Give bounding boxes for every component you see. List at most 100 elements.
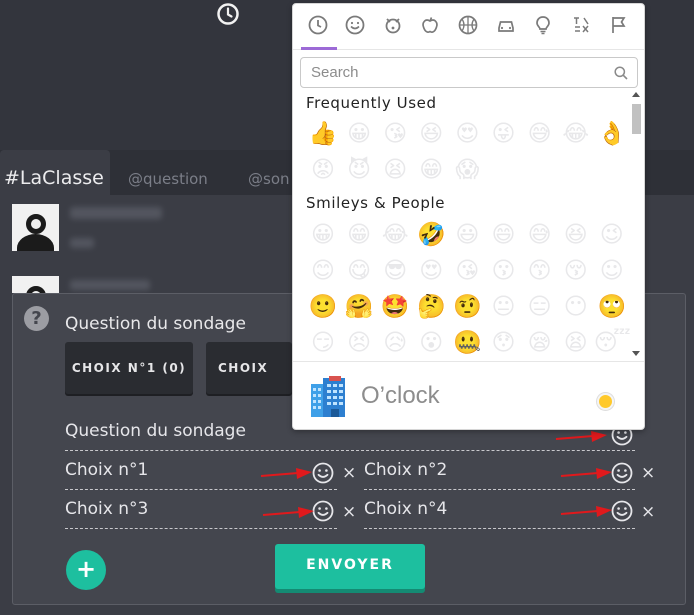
emoji-scrollbar[interactable] bbox=[630, 92, 642, 356]
blurred-username bbox=[70, 280, 150, 290]
emoji-button[interactable]: 😊 bbox=[305, 253, 341, 289]
tab-laclasse[interactable]: #LaClasse bbox=[0, 150, 110, 196]
smiley-icon[interactable] bbox=[312, 500, 334, 522]
remove-choice-2-icon[interactable]: × bbox=[641, 463, 655, 483]
emoji-button[interactable]: 😯 bbox=[486, 325, 522, 361]
emoji-button[interactable]: 🤣 bbox=[413, 217, 449, 253]
emoji-button[interactable]: 😆 bbox=[558, 217, 594, 253]
emoji-button[interactable]: 🤔 bbox=[413, 289, 449, 325]
smileys-category-icon[interactable] bbox=[344, 14, 366, 36]
emoji-button[interactable]: 😀 bbox=[341, 116, 377, 152]
emoji-button[interactable]: 😡 bbox=[305, 152, 341, 188]
emoji-button[interactable]: 😄 bbox=[486, 217, 522, 253]
emoji-button[interactable]: 😜 bbox=[486, 116, 522, 152]
help-icon[interactable]: ? bbox=[24, 306, 49, 331]
skin-tone-selector[interactable] bbox=[597, 393, 614, 410]
emoji-button[interactable]: 😀 bbox=[305, 217, 341, 253]
emoji-search-input[interactable] bbox=[301, 58, 601, 87]
emoji-button[interactable]: 😅 bbox=[522, 116, 558, 152]
emoji-button[interactable]: 😗 bbox=[486, 253, 522, 289]
recent-category-icon[interactable] bbox=[307, 14, 329, 36]
emoji-button[interactable]: 😍 bbox=[413, 253, 449, 289]
emoji-button[interactable]: 😙 bbox=[522, 253, 558, 289]
emoji-button[interactable]: 😂 bbox=[558, 116, 594, 152]
section-title-smileys: Smileys & People bbox=[306, 194, 446, 212]
arrow-annotation bbox=[555, 431, 607, 442]
food-category-icon[interactable] bbox=[419, 14, 441, 36]
symbols-category-icon[interactable] bbox=[570, 14, 592, 36]
emoji-category-bar bbox=[293, 4, 644, 50]
section-title-frequent: Frequently Used bbox=[306, 94, 437, 112]
emoji-button[interactable]: 👍 bbox=[305, 116, 341, 152]
tab-question[interactable]: @question bbox=[128, 170, 208, 188]
search-icon bbox=[614, 66, 628, 80]
arrow-annotation bbox=[262, 507, 314, 518]
emoji-button[interactable]: 😎 bbox=[377, 253, 413, 289]
avatar bbox=[12, 204, 59, 251]
remove-choice-1-icon[interactable]: × bbox=[342, 463, 356, 483]
send-button[interactable]: ENVOYER bbox=[275, 544, 425, 589]
emoji-picker: Frequently Used 👍😀😘😆😍😜😅😂👌😡😈😫😁😱 Smileys &… bbox=[292, 3, 645, 430]
emoji-button[interactable]: 😪 bbox=[522, 325, 558, 361]
emoji-button[interactable]: 🤗 bbox=[341, 289, 377, 325]
emoji-button[interactable]: 😣 bbox=[341, 325, 377, 361]
emoji-button[interactable]: 😉 bbox=[594, 217, 630, 253]
poll-title: Question du sondage bbox=[65, 314, 246, 334]
category-underline bbox=[301, 47, 337, 50]
flags-category-icon[interactable] bbox=[608, 14, 630, 36]
emoji-button[interactable]: 😆 bbox=[413, 116, 449, 152]
blurred-message bbox=[70, 238, 94, 248]
clock-icon[interactable] bbox=[216, 2, 240, 26]
smiley-icon[interactable] bbox=[611, 462, 633, 484]
emoji-button[interactable]: 😥 bbox=[377, 325, 413, 361]
objects-category-icon[interactable] bbox=[532, 14, 554, 36]
activity-category-icon[interactable] bbox=[457, 14, 479, 36]
emoji-button[interactable]: 😫 bbox=[377, 152, 413, 188]
emoji-button[interactable]: 😂 bbox=[377, 217, 413, 253]
remove-choice-4-icon[interactable]: × bbox=[641, 502, 655, 522]
emoji-button[interactable]: 😏 bbox=[305, 325, 341, 361]
emoji-button[interactable]: 🙄 bbox=[594, 289, 630, 325]
blurred-username bbox=[70, 207, 162, 219]
choice-2-button[interactable]: CHOIX N°2 bbox=[206, 342, 292, 394]
emoji-button[interactable]: 😍 bbox=[449, 116, 485, 152]
smiley-icon[interactable] bbox=[312, 462, 334, 484]
smiley-icon[interactable] bbox=[611, 500, 633, 522]
scroll-up-icon[interactable] bbox=[632, 92, 640, 97]
emoji-button[interactable]: 😅 bbox=[522, 217, 558, 253]
emoji-button[interactable]: 🙂 bbox=[305, 289, 341, 325]
emoji-button[interactable]: 🤐 bbox=[449, 325, 485, 361]
preview-emoji-name: O’clock bbox=[361, 382, 440, 409]
emoji-search[interactable] bbox=[300, 57, 638, 88]
tab-sondage[interactable]: @son bbox=[248, 170, 290, 188]
emoji-button[interactable]: 😑 bbox=[522, 289, 558, 325]
emoji-button[interactable]: 🤩 bbox=[377, 289, 413, 325]
arrow-annotation bbox=[260, 468, 312, 479]
emoji-preview: O’clock bbox=[293, 361, 644, 429]
emoji-button[interactable]: 😁 bbox=[413, 152, 449, 188]
emoji-button[interactable]: 😃 bbox=[449, 217, 485, 253]
emoji-button[interactable]: 👌 bbox=[594, 116, 630, 152]
emoji-button[interactable]: 😘 bbox=[449, 253, 485, 289]
travel-category-icon[interactable] bbox=[495, 14, 517, 36]
emoji-button[interactable]: 🤨 bbox=[449, 289, 485, 325]
emoji-button[interactable]: 😚 bbox=[558, 253, 594, 289]
animals-category-icon[interactable] bbox=[382, 14, 404, 36]
emoji-button[interactable]: 😴 bbox=[594, 325, 631, 361]
choice-1-button[interactable]: CHOIX N°1 (0) bbox=[65, 342, 193, 394]
emoji-button[interactable]: ☺ bbox=[594, 253, 630, 289]
emoji-button[interactable]: 😱 bbox=[449, 152, 485, 188]
avatar bbox=[12, 276, 59, 293]
emoji-button[interactable]: 😫 bbox=[558, 325, 594, 361]
add-choice-button[interactable]: + bbox=[66, 550, 106, 590]
emoji-button[interactable]: 😮 bbox=[413, 325, 449, 361]
emoji-button[interactable]: 😐 bbox=[486, 289, 522, 325]
scroll-thumb[interactable] bbox=[632, 104, 641, 134]
remove-choice-3-icon[interactable]: × bbox=[342, 502, 356, 522]
emoji-button[interactable]: 😋 bbox=[341, 253, 377, 289]
emoji-button[interactable]: 😁 bbox=[341, 217, 377, 253]
emoji-button[interactable]: 😈 bbox=[341, 152, 377, 188]
emoji-button[interactable]: 😶 bbox=[558, 289, 594, 325]
emoji-button[interactable]: 😘 bbox=[377, 116, 413, 152]
scroll-down-icon[interactable] bbox=[632, 351, 640, 356]
